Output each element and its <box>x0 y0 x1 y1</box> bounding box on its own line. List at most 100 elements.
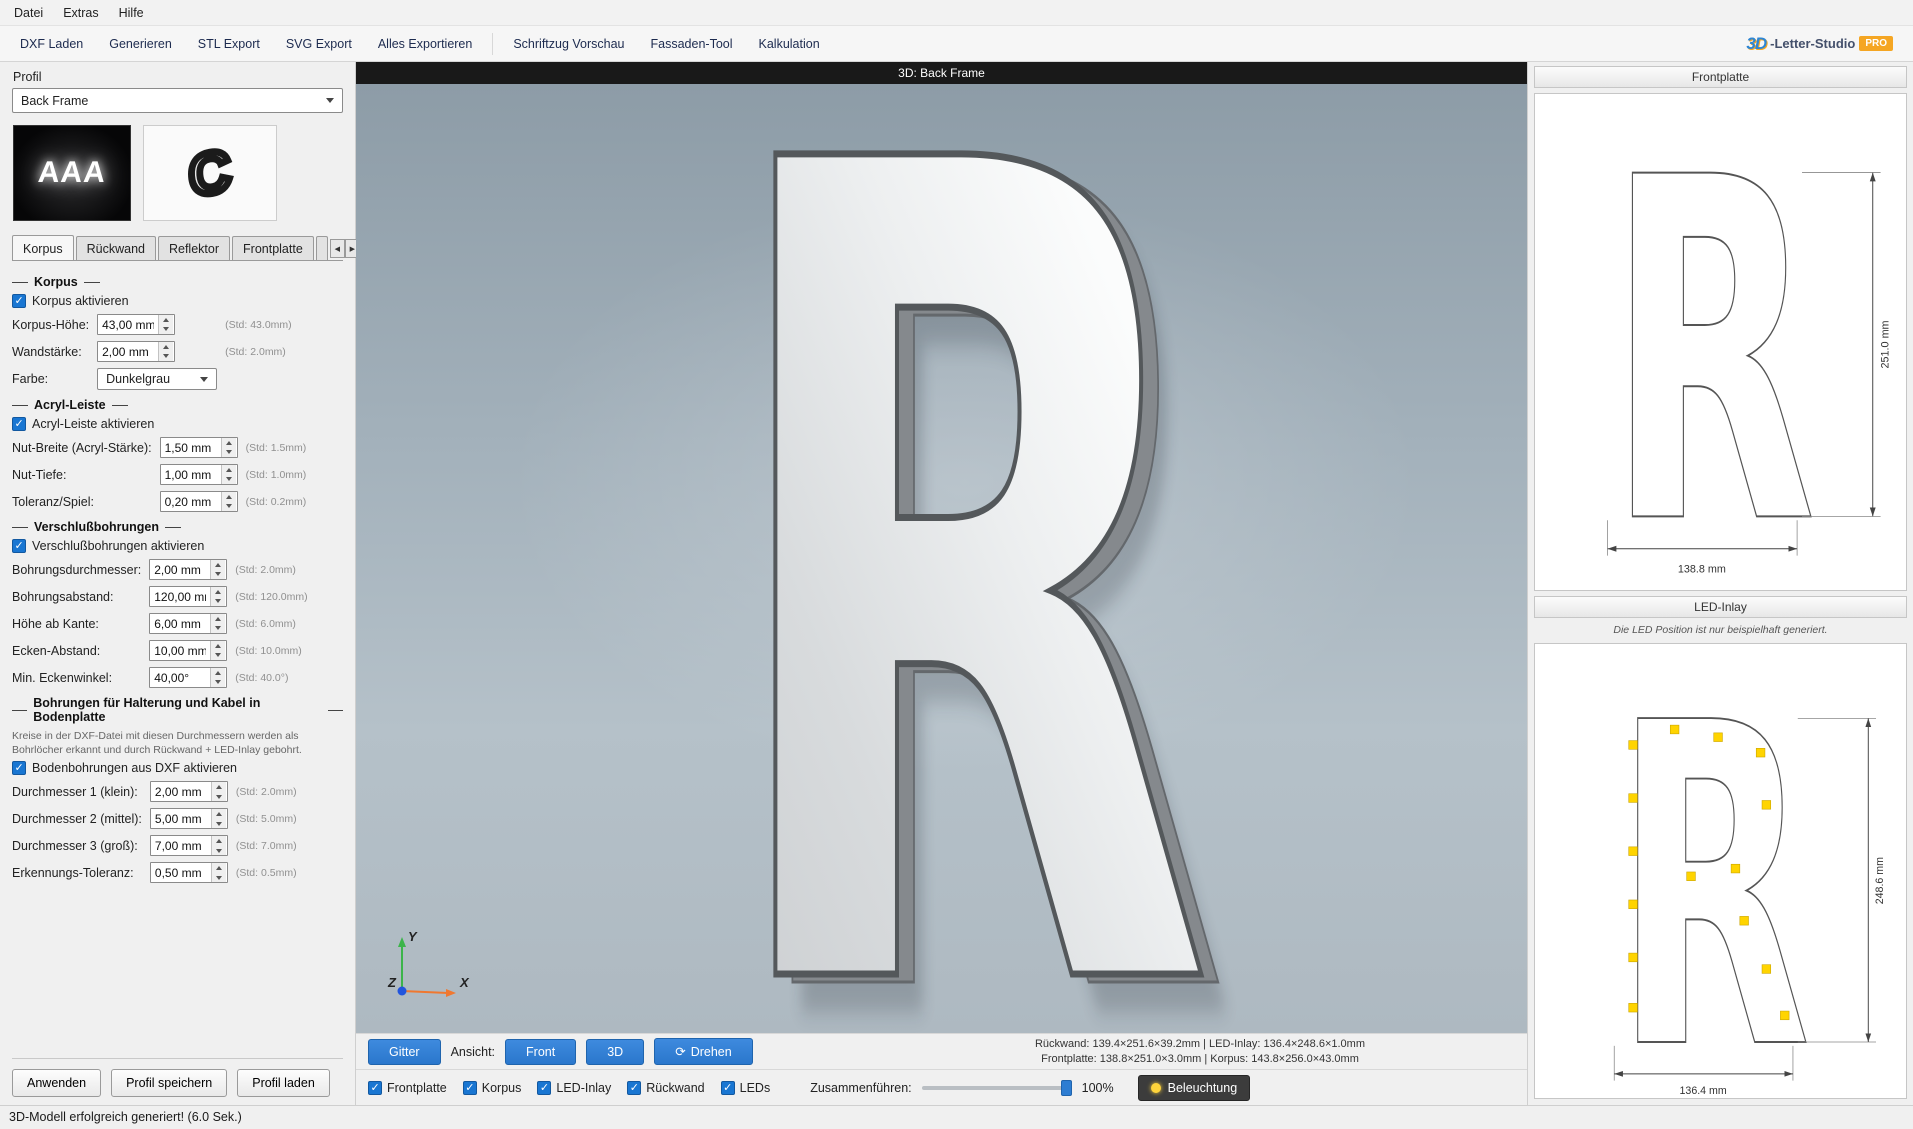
durchmesser-3-input[interactable] <box>151 836 211 855</box>
ecken-abstand-input[interactable] <box>150 641 210 660</box>
checkbox-checked-icon[interactable] <box>463 1081 477 1095</box>
rueckwand-visibility-checkbox[interactable]: Rückwand <box>627 1081 704 1095</box>
min-eckenwinkel-input[interactable] <box>150 668 210 687</box>
spinner-down-icon[interactable] <box>211 570 225 580</box>
toleranz-spiel-field[interactable] <box>160 491 238 512</box>
tab-scroll-left-icon[interactable]: ◀ <box>330 239 345 258</box>
checkbox-checked-icon[interactable] <box>368 1081 382 1095</box>
spinner-down-icon[interactable] <box>222 448 236 458</box>
led-inlay-visibility-checkbox[interactable]: LED-Inlay <box>537 1081 611 1095</box>
erkennungs-toleranz-field[interactable] <box>150 862 228 883</box>
spinner-down-icon[interactable] <box>212 873 226 883</box>
frontplatte-visibility-checkbox[interactable]: Frontplatte <box>368 1081 447 1095</box>
leds-visibility-checkbox[interactable]: LEDs <box>721 1081 771 1095</box>
dxf-laden-button[interactable]: DXF Laden <box>8 30 95 58</box>
checkbox-checked-icon[interactable] <box>12 417 26 431</box>
durchmesser-1-field[interactable] <box>150 781 228 802</box>
preview-image-channel-profile[interactable]: C <box>143 125 277 221</box>
spinner-up-icon[interactable] <box>212 809 226 819</box>
erkennungs-toleranz-input[interactable] <box>151 863 211 882</box>
spinner-up-icon[interactable] <box>222 465 236 475</box>
spinner-up-icon[interactable] <box>211 641 225 651</box>
spinner-up-icon[interactable] <box>211 668 225 678</box>
spinner-up-icon[interactable] <box>212 782 226 792</box>
anwenden-button[interactable]: Anwenden <box>12 1069 101 1097</box>
spinner-up-icon[interactable] <box>211 587 225 597</box>
gitter-button[interactable]: Gitter <box>368 1039 441 1065</box>
profil-select[interactable]: Back Frame <box>12 88 343 113</box>
spinner-down-icon[interactable] <box>211 597 225 607</box>
svg-export-button[interactable]: SVG Export <box>274 30 364 58</box>
schriftzug-vorschau-button[interactable]: Schriftzug Vorschau <box>501 30 636 58</box>
durchmesser-1-input[interactable] <box>151 782 211 801</box>
alles-exportieren-button[interactable]: Alles Exportieren <box>366 30 485 58</box>
drehen-button[interactable]: ⟳ Drehen <box>654 1038 752 1065</box>
spinner-up-icon[interactable] <box>159 315 173 325</box>
spinner-down-icon[interactable] <box>212 819 226 829</box>
menu-hilfe[interactable]: Hilfe <box>109 2 154 24</box>
bohrungsdurchmesser-input[interactable] <box>150 560 210 579</box>
beleuchtung-button[interactable]: Beleuchtung <box>1138 1075 1251 1101</box>
kalkulation-button[interactable]: Kalkulation <box>747 30 832 58</box>
checkbox-checked-icon[interactable] <box>12 539 26 553</box>
checkbox-checked-icon[interactable] <box>721 1081 735 1095</box>
verschluss-aktivieren-checkbox[interactable]: Verschlußbohrungen aktivieren <box>12 539 343 553</box>
min-eckenwinkel-field[interactable] <box>149 667 227 688</box>
generieren-button[interactable]: Generieren <box>97 30 184 58</box>
durchmesser-2-input[interactable] <box>151 809 211 828</box>
tab-truncated[interactable]: F <box>316 236 328 260</box>
profil-speichern-button[interactable]: Profil speichern <box>111 1069 227 1097</box>
durchmesser-3-field[interactable] <box>150 835 228 856</box>
checkbox-checked-icon[interactable] <box>12 294 26 308</box>
korpus-aktivieren-checkbox[interactable]: Korpus aktivieren <box>12 294 343 308</box>
tab-frontplatte[interactable]: Frontplatte <box>232 236 314 260</box>
checkbox-checked-icon[interactable] <box>12 761 26 775</box>
bodenbohrungen-checkbox[interactable]: Bodenbohrungen aus DXF aktivieren <box>12 761 343 775</box>
preview-image-illuminated-letters[interactable]: AAA <box>13 125 131 221</box>
spinner-up-icon[interactable] <box>211 560 225 570</box>
profil-laden-button[interactable]: Profil laden <box>237 1069 330 1097</box>
hoehe-ab-kante-field[interactable] <box>149 613 227 634</box>
checkbox-checked-icon[interactable] <box>627 1081 641 1095</box>
hoehe-ab-kante-input[interactable] <box>150 614 210 633</box>
3d-view-button[interactable]: 3D <box>586 1039 644 1065</box>
spinner-down-icon[interactable] <box>222 502 236 512</box>
ecken-abstand-field[interactable] <box>149 640 227 661</box>
spinner-down-icon[interactable] <box>211 651 225 661</box>
korpus-hoehe-input[interactable] <box>98 315 158 334</box>
spinner-up-icon[interactable] <box>212 863 226 873</box>
acryl-aktivieren-checkbox[interactable]: Acryl-Leiste aktivieren <box>12 417 343 431</box>
viewport-3d-canvas[interactable]: R R R Y X Z <box>356 84 1527 1033</box>
tab-rueckwand[interactable]: Rückwand <box>76 236 156 260</box>
spinner-up-icon[interactable] <box>211 614 225 624</box>
menu-extras[interactable]: Extras <box>53 2 108 24</box>
spinner-down-icon[interactable] <box>159 352 173 362</box>
spinner-down-icon[interactable] <box>212 846 226 856</box>
slider-thumb[interactable] <box>1061 1080 1072 1096</box>
wandstaerke-field[interactable] <box>97 341 175 362</box>
nut-breite-input[interactable] <box>161 438 221 457</box>
spinner-down-icon[interactable] <box>212 792 226 802</box>
spinner-down-icon[interactable] <box>211 678 225 688</box>
spinner-down-icon[interactable] <box>159 325 173 335</box>
front-view-button[interactable]: Front <box>505 1039 576 1065</box>
nut-tiefe-field[interactable] <box>160 464 238 485</box>
farbe-select[interactable]: Dunkelgrau <box>97 368 217 390</box>
bohrungsdurchmesser-field[interactable] <box>149 559 227 580</box>
wandstaerke-input[interactable] <box>98 342 158 361</box>
durchmesser-2-field[interactable] <box>150 808 228 829</box>
bohrungsabstand-field[interactable] <box>149 586 227 607</box>
menu-datei[interactable]: Datei <box>4 2 53 24</box>
spinner-down-icon[interactable] <box>222 475 236 485</box>
spinner-down-icon[interactable] <box>211 624 225 634</box>
spinner-up-icon[interactable] <box>222 438 236 448</box>
korpus-hoehe-field[interactable] <box>97 314 175 335</box>
fassaden-tool-button[interactable]: Fassaden-Tool <box>639 30 745 58</box>
stl-export-button[interactable]: STL Export <box>186 30 272 58</box>
spinner-up-icon[interactable] <box>222 492 236 502</box>
toleranz-spiel-input[interactable] <box>161 492 221 511</box>
nut-tiefe-input[interactable] <box>161 465 221 484</box>
checkbox-checked-icon[interactable] <box>537 1081 551 1095</box>
nut-breite-field[interactable] <box>160 437 238 458</box>
bohrungsabstand-input[interactable] <box>150 587 210 606</box>
